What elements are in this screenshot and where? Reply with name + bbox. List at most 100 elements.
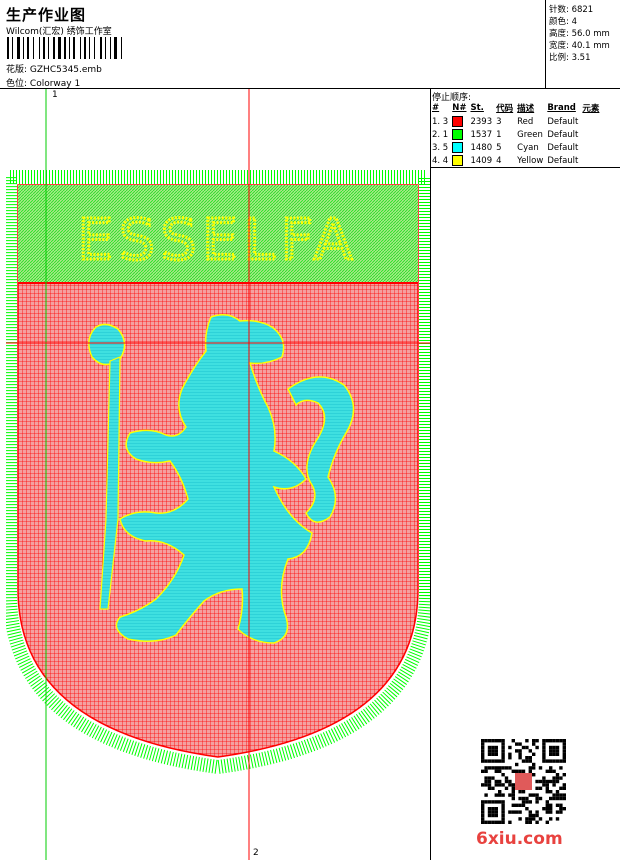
- qr-module: [549, 817, 553, 821]
- barcode-bar: [114, 37, 117, 59]
- qr-module: [501, 739, 505, 743]
- stop-sequence-table: # N# St. 代码 描述 Brand 元素 1. 3 2393 3 Red Defa…: [432, 102, 603, 167]
- qr-module: [501, 745, 505, 750]
- qr-module: [491, 739, 495, 743]
- qr-module: [535, 796, 539, 801]
- qr-module: [511, 786, 515, 790]
- qr-module: [501, 749, 505, 753]
- qr-module: [535, 793, 539, 797]
- qr-module: [487, 779, 492, 784]
- qr-module: [532, 813, 536, 818]
- qr-module: [487, 752, 492, 756]
- qr-module: [528, 756, 532, 760]
- qr-module: [511, 790, 515, 794]
- qr-module: [481, 820, 485, 824]
- qr-module: [508, 756, 512, 760]
- description-cell: Green: [517, 129, 543, 140]
- qr-module: [555, 745, 560, 750]
- qr-module: [549, 796, 553, 801]
- qr-module: [501, 752, 505, 756]
- barcode-bar: [69, 37, 70, 59]
- qr-module: [504, 776, 509, 780]
- qr-module: [542, 745, 546, 750]
- qr-module: [494, 807, 498, 811]
- barcode-bar: [121, 37, 122, 59]
- description-cell: Red: [517, 116, 534, 127]
- qr-module: [538, 766, 543, 770]
- qr-module: [494, 766, 498, 770]
- qr-module: [559, 807, 563, 811]
- barcode-bar: [12, 37, 13, 59]
- qr-module: [552, 793, 556, 797]
- qr-module: [542, 759, 546, 763]
- qr-module: [515, 810, 519, 814]
- qr-module: [487, 766, 492, 770]
- qr-module: [501, 783, 505, 787]
- qr-module: [549, 779, 553, 784]
- qr-module: [545, 810, 549, 814]
- qr-module: [535, 813, 539, 818]
- qr-module: [494, 800, 498, 804]
- divider: [430, 167, 620, 168]
- qr-module: [555, 803, 560, 807]
- code-cell: 1: [496, 129, 502, 140]
- qr-module: [484, 769, 488, 773]
- qr-module: [511, 769, 515, 773]
- qr-module: [545, 790, 549, 794]
- qr-module: [491, 752, 495, 756]
- design-height: 高度: 56.0 mm: [549, 29, 610, 39]
- qr-module: [562, 739, 566, 743]
- code-cell: 3: [496, 116, 502, 127]
- qr-module: [555, 810, 560, 814]
- qr-module: [515, 769, 519, 773]
- qr-module: [532, 742, 536, 746]
- qr-module: [552, 769, 556, 773]
- qr-module: [504, 786, 509, 790]
- qr-module: [494, 779, 498, 784]
- qr-module: [549, 810, 553, 814]
- qr-module: [498, 790, 502, 794]
- qr-module: [545, 807, 549, 811]
- qr-module: [481, 742, 485, 746]
- qr-module: [487, 813, 492, 818]
- barcode-bar: [7, 37, 9, 59]
- qr-module: [552, 783, 556, 787]
- qr-module: [481, 759, 485, 763]
- col-element: 元素: [582, 104, 600, 114]
- qr-module: [498, 820, 502, 824]
- qr-module: [487, 745, 492, 750]
- qr-module: [481, 813, 485, 818]
- design-value: GZHC5345.emb: [29, 65, 102, 75]
- barcode-bar: [105, 37, 106, 59]
- stitch-count: 针数: 6821: [549, 5, 594, 15]
- qr-module: [549, 803, 553, 807]
- qr-module: [481, 810, 485, 814]
- qr-module: [559, 793, 563, 797]
- qr-module: [555, 739, 560, 743]
- colorway-label: 色位:: [6, 79, 28, 89]
- design-width: 宽度: 40.1 mm: [549, 41, 610, 51]
- qr-module: [494, 759, 498, 763]
- barcode-bar: [110, 37, 111, 59]
- qr-module: [518, 769, 522, 773]
- qr-module: [508, 810, 512, 814]
- table-row: 4. 4 1409 4 Yellow Default: [432, 154, 603, 167]
- qr-module: [545, 786, 549, 790]
- qr-module: [518, 742, 522, 746]
- qr-module: [559, 796, 563, 801]
- qr-module: [562, 807, 566, 811]
- description-cell: Cyan: [517, 142, 539, 153]
- qr-module: [491, 807, 495, 811]
- qr-module: [542, 739, 546, 743]
- qr-module: [535, 786, 539, 790]
- qr-module: [498, 793, 502, 797]
- qr-module: [498, 766, 502, 770]
- qr-module: [532, 739, 536, 743]
- qr-module: [487, 783, 492, 787]
- qr-module: [491, 786, 495, 790]
- qr-module: [511, 796, 515, 801]
- qr-module: [481, 756, 485, 760]
- col-stitches: St.: [470, 103, 484, 113]
- qr-module: [545, 739, 549, 743]
- barcode-bar: [43, 37, 45, 59]
